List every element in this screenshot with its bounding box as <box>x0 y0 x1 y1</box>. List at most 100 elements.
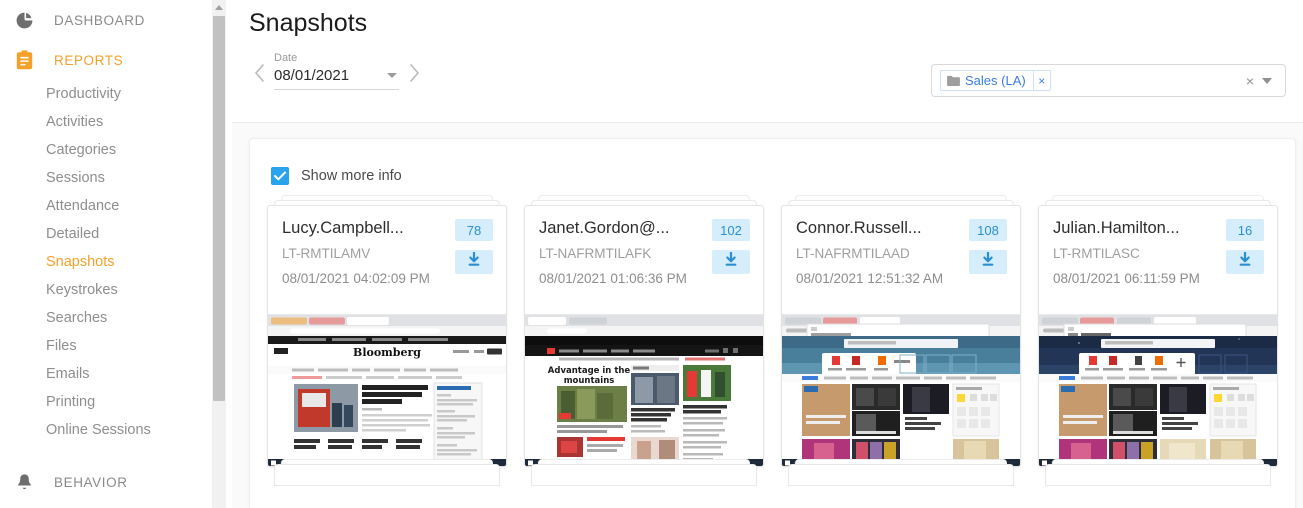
chevron-left-icon[interactable] <box>246 56 272 90</box>
snapshot-thumbnail[interactable]: Bloomberg <box>268 314 506 466</box>
svg-text:Advantage in the: Advantage in the <box>548 366 631 376</box>
svg-text:Bloomberg: Bloomberg <box>353 346 421 359</box>
card-username: Lucy.Campbell... <box>282 219 404 237</box>
app-root: DASHBOARD REPORTS Productivity Activitie… <box>0 0 1303 508</box>
sidebar-subitem-label: Detailed <box>46 226 100 242</box>
sidebar-item-sessions[interactable]: Sessions <box>0 164 232 192</box>
card-username: Connor.Russell... <box>796 219 922 237</box>
sidebar-subitem-label: Emails <box>46 366 90 382</box>
snapshot-row: Lucy.Campbell... LT-RMTILAMV 08/01/2021 … <box>250 195 1295 467</box>
show-more-info-checkbox[interactable]: Show more info <box>271 167 402 185</box>
sidebar-subitem-label: Online Sessions <box>46 422 151 438</box>
date-input-row[interactable]: 08/01/2021 <box>274 67 399 90</box>
card-header: Janet.Gordon@... LT-NAFRMTILAFK 08/01/20… <box>525 206 763 314</box>
card-stack-mid <box>274 464 500 486</box>
card-header: Julian.Hamilton... LT-RMTILASC 08/01/202… <box>1039 206 1277 314</box>
download-icon <box>467 251 481 272</box>
sidebar-item-searches[interactable]: Searches <box>0 304 232 332</box>
snapshot-card[interactable]: Julian.Hamilton... LT-RMTILASC 08/01/202… <box>1038 205 1278 467</box>
sidebar-subitem-label: Searches <box>46 310 108 326</box>
card-header: Connor.Russell... LT-NAFRMTILAAD 08/01/2… <box>782 206 1020 314</box>
checkmark-icon <box>271 167 289 185</box>
chevron-right-icon[interactable] <box>401 56 427 90</box>
close-icon[interactable]: × <box>1032 71 1050 90</box>
filter-chip-label: Sales (LA) <box>965 73 1026 88</box>
pie-chart-icon <box>8 4 40 36</box>
sidebar-item-keystrokes[interactable]: Keystrokes <box>0 276 232 304</box>
sidebar-label-dashboard: DASHBOARD <box>54 12 145 28</box>
card-stack-mid <box>788 464 1014 486</box>
sidebar-item-behavior[interactable]: BEHAVIOR <box>0 462 232 502</box>
sidebar-subitem-label: Productivity <box>46 86 121 102</box>
sidebar-group-behavior: BEHAVIOR <box>0 462 232 508</box>
sidebar-item-detailed[interactable]: Detailed <box>0 220 232 248</box>
download-button[interactable] <box>969 250 1007 274</box>
sidebar-group-dashboard: DASHBOARD <box>0 0 232 40</box>
group-filter[interactable]: Sales (LA) × × <box>931 64 1286 97</box>
date-value: 08/01/2021 <box>274 67 350 84</box>
status-badge: 102 <box>712 219 750 241</box>
topbar: Snapshots Date 08/01/2021 Sales (LA) × × <box>232 0 1303 122</box>
sidebar-subitem-label: Keystrokes <box>46 282 118 298</box>
sidebar-item-categories[interactable]: Categories <box>0 136 232 164</box>
sidebar-subitem-label: Sessions <box>46 170 105 186</box>
page-title: Snapshots <box>249 9 368 37</box>
filter-actions: × <box>1238 73 1285 89</box>
sidebar-item-productivity[interactable]: Productivity <box>0 80 232 108</box>
sidebar-item-online-sessions[interactable]: Online Sessions <box>0 416 232 444</box>
snapshot-card[interactable]: Connor.Russell... LT-NAFRMTILAAD 08/01/2… <box>781 205 1021 467</box>
card-header: Lucy.Campbell... LT-RMTILAMV 08/01/2021 … <box>268 206 506 314</box>
date-field[interactable]: Date 08/01/2021 <box>274 52 399 90</box>
sidebar-label-behavior: BEHAVIOR <box>54 474 128 490</box>
snapshot-thumbnail[interactable] <box>782 314 1020 466</box>
scrollbar-thumb[interactable] <box>213 16 225 401</box>
sidebar-scrollbar[interactable] <box>212 0 226 508</box>
snapshot-thumbnail[interactable] <box>1039 314 1277 466</box>
bell-icon <box>8 466 40 498</box>
status-badge: 108 <box>969 219 1007 241</box>
sidebar-subitem-label: Files <box>46 338 77 354</box>
sidebar-item-attendance[interactable]: Attendance <box>0 192 232 220</box>
status-badge: 16 <box>1226 219 1264 241</box>
sidebar-label-reports: REPORTS <box>54 52 124 68</box>
chevron-down-icon[interactable] <box>1262 77 1272 84</box>
sidebar-subitem-label: Printing <box>46 394 96 410</box>
sidebar-item-printing[interactable]: Printing <box>0 388 232 416</box>
sidebar-item-dashboard[interactable]: DASHBOARD <box>0 0 232 40</box>
svg-text:mountains: mountains <box>564 376 615 386</box>
clear-filter-icon[interactable]: × <box>1238 73 1262 89</box>
date-navigator: Date 08/01/2021 <box>246 52 427 90</box>
scroll-up-arrow-icon[interactable] <box>212 0 226 14</box>
main-panel: Snapshots Date 08/01/2021 Sales (LA) × ×… <box>232 0 1303 508</box>
filter-chip-sales-la[interactable]: Sales (LA) × <box>940 70 1051 91</box>
download-button[interactable] <box>1226 250 1264 274</box>
sidebar-item-emails[interactable]: Emails <box>0 360 232 388</box>
card-username: Julian.Hamilton... <box>1053 219 1180 237</box>
sidebar-item-activities[interactable]: Activities <box>0 108 232 136</box>
sidebar-subitem-label: Categories <box>46 142 117 158</box>
clipboard-icon <box>8 44 40 76</box>
show-more-info-label: Show more info <box>301 168 402 184</box>
sidebar-item-partial[interactable] <box>0 502 232 508</box>
sidebar-group-reports: REPORTS Productivity Activities Categori… <box>0 40 232 444</box>
card-stack-mid <box>531 464 757 486</box>
sidebar-item-reports[interactable]: REPORTS <box>0 40 232 80</box>
download-button[interactable] <box>455 250 493 274</box>
snapshot-card[interactable]: Lucy.Campbell... LT-RMTILAMV 08/01/2021 … <box>267 205 507 467</box>
download-icon <box>981 251 995 272</box>
sidebar-subitem-label: Snapshots <box>46 254 115 270</box>
snapshots-panel: Show more info Lucy.Campbell... LT-RMTIL… <box>249 138 1296 508</box>
snapshot-grid: Lucy.Campbell... LT-RMTILAMV 08/01/2021 … <box>250 195 1295 508</box>
snapshot-card[interactable]: Janet.Gordon@... LT-NAFRMTILAFK 08/01/20… <box>524 205 764 467</box>
snapshot-thumbnail[interactable]: Advantage in the mountains <box>525 314 763 466</box>
sidebar-item-snapshots[interactable]: Snapshots <box>0 248 232 276</box>
date-label: Date <box>274 52 298 64</box>
caret-down-icon[interactable] <box>387 73 397 78</box>
card-stack-mid <box>1045 464 1271 486</box>
card-username: Janet.Gordon@... <box>539 219 670 237</box>
folder-icon <box>947 75 960 86</box>
status-badge: 78 <box>455 219 493 241</box>
download-button[interactable] <box>712 250 750 274</box>
sidebar-item-files[interactable]: Files <box>0 332 232 360</box>
sidebar-subitem-label: Attendance <box>46 198 120 214</box>
